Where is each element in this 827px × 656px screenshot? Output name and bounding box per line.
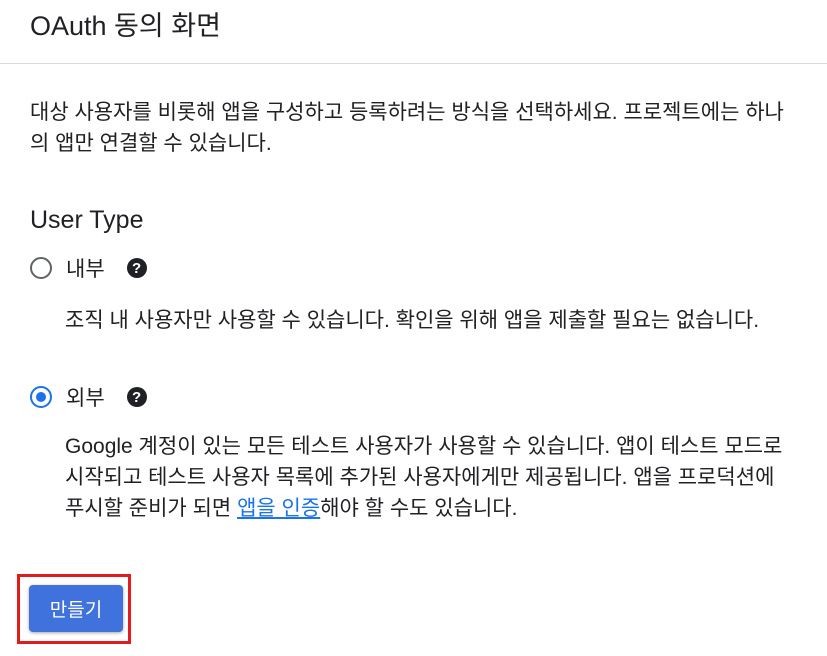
external-description-text-end: 해야 할 수도 있습니다. xyxy=(320,497,518,520)
page-header: OAuth 동의 화면 xyxy=(0,0,827,64)
internal-radio-button[interactable] xyxy=(30,257,52,279)
verify-app-link[interactable]: 앱을 인증 xyxy=(237,497,320,520)
help-icon[interactable]: ? xyxy=(126,387,147,407)
user-type-internal-option[interactable]: 내부 ? xyxy=(30,253,147,283)
page-title: OAuth 동의 화면 xyxy=(30,11,221,41)
external-description: Google 계정이 있는 모든 테스트 사용자가 사용할 수 있습니다. 앱이… xyxy=(65,431,795,524)
user-type-heading: User Type xyxy=(30,206,144,234)
external-radio-button[interactable] xyxy=(30,386,52,408)
internal-description: 조직 내 사용자만 사용할 수 있습니다. 확인을 위해 앱을 제출할 필요는 … xyxy=(65,309,760,332)
oauth-consent-page: OAuth 동의 화면 대상 사용자를 비롯해 앱을 구성하고 등록하려는 방식… xyxy=(0,0,827,656)
create-button[interactable]: 만들기 xyxy=(29,585,123,632)
internal-label: 내부 xyxy=(66,258,105,281)
user-type-external-option[interactable]: 외부 ? xyxy=(30,382,147,412)
page-description: 대상 사용자를 비롯해 앱을 구성하고 등록하려는 방식을 선택하세요. 프로젝… xyxy=(30,101,784,155)
help-icon[interactable]: ? xyxy=(126,258,147,278)
external-label: 외부 xyxy=(66,387,105,410)
